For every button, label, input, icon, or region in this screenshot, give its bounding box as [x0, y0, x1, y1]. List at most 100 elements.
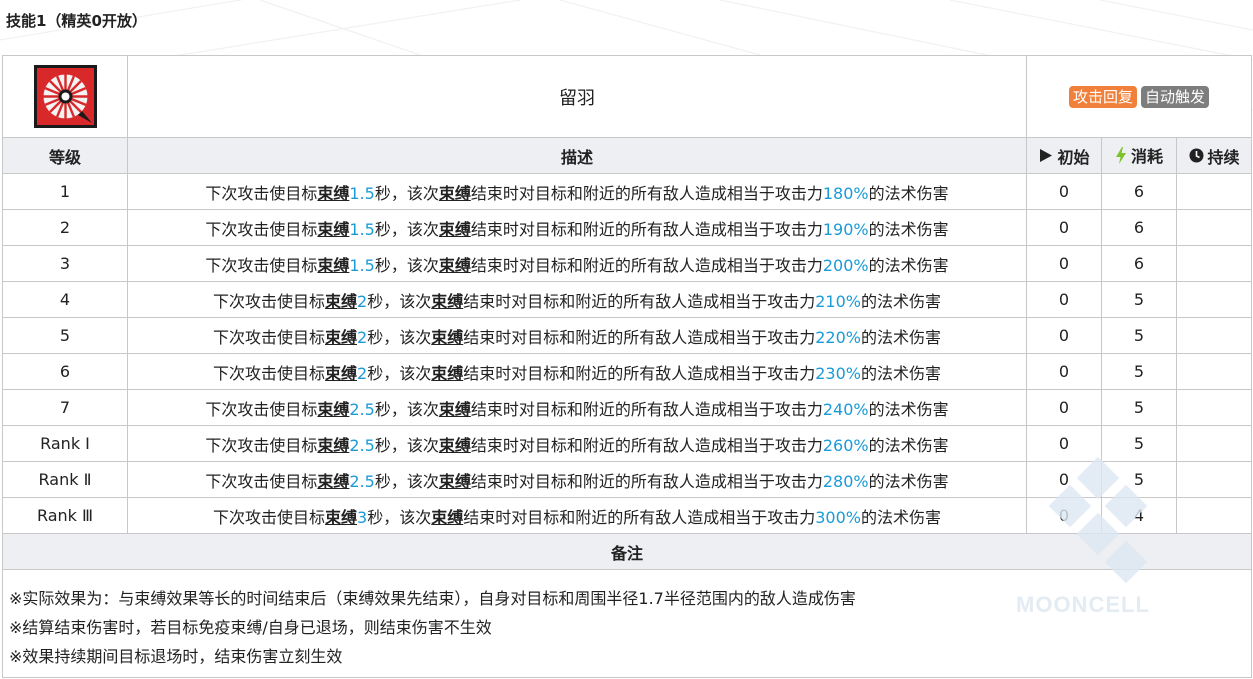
table-row: 6 下次攻击使目标束缚2秒，该次束缚结束时对目标和附近的所有敌人造成相当于攻击力2…: [2, 353, 1253, 390]
level-cell: 2: [2, 209, 128, 246]
sp-cost-cell: 6: [1101, 209, 1177, 246]
table-row: 2 下次攻击使目标束缚1.5秒，该次束缚结束时对目标和附近的所有敌人造成相当于攻击…: [2, 209, 1253, 246]
initial-sp-cell: 0: [1026, 389, 1102, 426]
duration-cell: [1175, 281, 1253, 318]
skill-header-row: 留羽 攻击回复 自动触发: [2, 55, 1253, 138]
notes-body: ※实际效果为：与束缚效果等长的时间结束后（束缚效果先结束），自身对目标和周围半径…: [1, 569, 1253, 678]
lightning-icon: [1115, 146, 1126, 164]
table-row: 5 下次攻击使目标束缚2秒，该次束缚结束时对目标和附近的所有敌人造成相当于攻击力2…: [2, 317, 1253, 354]
initial-sp-cell: 0: [1026, 317, 1102, 354]
duration-value: 2.5: [349, 435, 375, 455]
desc-text: 秒，该次: [367, 327, 432, 347]
keyword-bind: 束缚: [325, 291, 358, 311]
keyword-bind: 束缚: [317, 183, 350, 203]
col-init: 初始: [1026, 137, 1102, 174]
level-cell: 1: [2, 173, 128, 210]
desc-text: 的法术伤害: [868, 399, 949, 419]
desc-text: 的法术伤害: [861, 291, 942, 311]
desc-text: 秒，该次: [374, 255, 439, 275]
desc-text: 下次攻击使目标: [205, 399, 318, 419]
skill-tags: 攻击回复 自动触发: [1025, 55, 1253, 138]
damage-percent: 200%: [822, 255, 869, 275]
duration-cell: [1175, 245, 1253, 282]
col-duration-label: 持续: [1207, 147, 1240, 167]
desc-text: 下次攻击使目标: [212, 507, 325, 527]
desc-text: 的法术伤害: [861, 507, 942, 527]
clock-icon: [1189, 148, 1203, 163]
description-cell: 下次攻击使目标束缚2秒，该次束缚结束时对目标和附近的所有敌人造成相当于攻击力23…: [127, 353, 1027, 390]
desc-text: 下次攻击使目标: [205, 255, 318, 275]
keyword-bind: 束缚: [317, 255, 350, 275]
duration-value: 1.5: [349, 183, 375, 203]
damage-percent: 210%: [815, 291, 861, 311]
sp-cost-cell: 5: [1101, 353, 1177, 390]
desc-text: 秒，该次: [367, 363, 432, 383]
desc-text: 结束时对目标和附近的所有敌人造成相当于攻击力: [463, 363, 816, 383]
level-cell: 3: [2, 245, 128, 282]
duration-value: 2: [357, 363, 368, 383]
initial-sp-cell: 0: [1026, 209, 1102, 246]
table-row: 7 下次攻击使目标束缚2.5秒，该次束缚结束时对目标和附近的所有敌人造成相当于攻击…: [2, 389, 1253, 426]
desc-text: 结束时对目标和附近的所有敌人造成相当于攻击力: [470, 255, 823, 275]
column-header-row: 等级 描述 初始 消耗 持续: [2, 137, 1253, 174]
keyword-bind: 束缚: [438, 471, 471, 491]
desc-text: 秒，该次: [374, 399, 439, 419]
desc-text: 秒，该次: [374, 435, 439, 455]
desc-text: 下次攻击使目标: [212, 327, 325, 347]
desc-text: 下次攻击使目标: [205, 183, 318, 203]
desc-text: 下次攻击使目标: [212, 363, 325, 383]
keyword-bind: 束缚: [431, 363, 464, 383]
duration-cell: [1175, 461, 1253, 498]
duration-value: 3: [357, 507, 368, 527]
table-row: 1 下次攻击使目标束缚1.5秒，该次束缚结束时对目标和附近的所有敌人造成相当于攻击…: [2, 173, 1253, 210]
damage-percent: 300%: [815, 507, 861, 527]
skill-feather-icon: [33, 65, 97, 128]
keyword-bind: 束缚: [431, 291, 464, 311]
duration-cell: [1175, 353, 1253, 390]
desc-text: 的法术伤害: [868, 471, 949, 491]
keyword-bind: 束缚: [325, 327, 358, 347]
desc-text: 结束时对目标和附近的所有敌人造成相当于攻击力: [470, 219, 823, 239]
damage-percent: 220%: [815, 327, 861, 347]
col-level: 等级: [2, 137, 128, 174]
keyword-bind: 束缚: [438, 399, 471, 419]
skill-icon-cell: [2, 55, 128, 138]
duration-cell: [1175, 497, 1253, 534]
description-cell: 下次攻击使目标束缚2秒，该次束缚结束时对目标和附近的所有敌人造成相当于攻击力22…: [127, 317, 1027, 354]
keyword-bind: 束缚: [431, 507, 464, 527]
desc-text: 结束时对目标和附近的所有敌人造成相当于攻击力: [470, 183, 823, 203]
initial-sp-cell: 0: [1026, 425, 1102, 462]
desc-text: 秒，该次: [367, 507, 432, 527]
tag-auto-trigger: 自动触发: [1141, 85, 1210, 108]
description-cell: 下次攻击使目标束缚3秒，该次束缚结束时对目标和附近的所有敌人造成相当于攻击力30…: [127, 497, 1027, 534]
level-rows: 1 下次攻击使目标束缚1.5秒，该次束缚结束时对目标和附近的所有敌人造成相当于攻击…: [2, 173, 1253, 534]
sp-cost-cell: 5: [1101, 461, 1177, 498]
damage-percent: 260%: [822, 435, 869, 455]
duration-cell: [1175, 173, 1253, 210]
sp-cost-cell: 5: [1101, 389, 1177, 426]
sp-cost-cell: 6: [1101, 245, 1177, 282]
keyword-bind: 束缚: [438, 183, 471, 203]
level-cell: Rank Ⅲ: [2, 497, 128, 534]
table-row: Rank Ⅲ 下次攻击使目标束缚3秒，该次束缚结束时对目标和附近的所有敌人造成相当…: [2, 497, 1253, 534]
description-cell: 下次攻击使目标束缚2秒，该次束缚结束时对目标和附近的所有敌人造成相当于攻击力21…: [127, 281, 1027, 318]
keyword-bind: 束缚: [431, 327, 464, 347]
desc-text: 结束时对目标和附近的所有敌人造成相当于攻击力: [470, 435, 823, 455]
watermark-text: MOONCELL: [1016, 592, 1150, 617]
description-cell: 下次攻击使目标束缚1.5秒，该次束缚结束时对目标和附近的所有敌人造成相当于攻击力…: [127, 209, 1027, 246]
skill-table-container: 留羽 攻击回复 自动触发 等级 描述 初始 消耗 持续 1 下次攻击使目标束缚1…: [1, 55, 1253, 679]
table-row: 4 下次攻击使目标束缚2秒，该次束缚结束时对目标和附近的所有敌人造成相当于攻击力2…: [2, 281, 1253, 318]
description-cell: 下次攻击使目标束缚2.5秒，该次束缚结束时对目标和附近的所有敌人造成相当于攻击力…: [127, 389, 1027, 426]
description-cell: 下次攻击使目标束缚1.5秒，该次束缚结束时对目标和附近的所有敌人造成相当于攻击力…: [127, 173, 1027, 210]
keyword-bind: 束缚: [317, 471, 350, 491]
description-cell: 下次攻击使目标束缚1.5秒，该次束缚结束时对目标和附近的所有敌人造成相当于攻击力…: [127, 245, 1027, 282]
col-cost: 消耗: [1101, 137, 1177, 174]
initial-sp-cell: 0: [1026, 173, 1102, 210]
desc-text: 下次攻击使目标: [212, 291, 325, 311]
sp-cost-cell: 5: [1101, 317, 1177, 354]
keyword-bind: 束缚: [438, 255, 471, 275]
desc-text: 下次攻击使目标: [205, 219, 318, 239]
notes-title: 备注: [1, 533, 1253, 570]
keyword-bind: 束缚: [438, 435, 471, 455]
duration-cell: [1175, 389, 1253, 426]
